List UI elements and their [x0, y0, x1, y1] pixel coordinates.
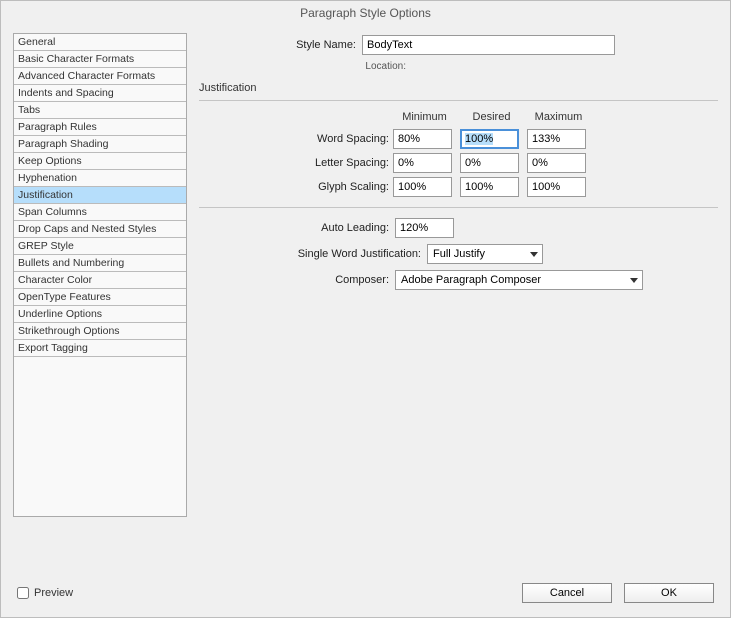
style-name-input[interactable]	[362, 35, 615, 55]
sidebar-item[interactable]: Strikethrough Options	[14, 323, 186, 340]
sidebar-item[interactable]: Advanced Character Formats	[14, 68, 186, 85]
section-title: Justification	[199, 82, 718, 94]
preview-checkbox[interactable]	[17, 587, 29, 599]
auto-leading-input[interactable]	[395, 218, 454, 238]
sidebar-item[interactable]: Justification	[14, 187, 186, 204]
sidebar-item[interactable]: Basic Character Formats	[14, 51, 186, 68]
dialog-window: Paragraph Style Options GeneralBasic Cha…	[0, 0, 731, 618]
glyph-scaling-min-input[interactable]	[393, 177, 452, 197]
content-area: GeneralBasic Character FormatsAdvanced C…	[1, 23, 730, 575]
divider	[199, 100, 718, 101]
sidebar-item[interactable]: Keep Options	[14, 153, 186, 170]
single-word-select-wrap: Full Justify	[427, 244, 543, 264]
style-name-label: Style Name:	[199, 39, 356, 51]
composer-select[interactable]: Adobe Paragraph Composer	[395, 270, 643, 290]
glyph-scaling-label: Glyph Scaling:	[199, 181, 389, 193]
window-title: Paragraph Style Options	[1, 1, 730, 23]
glyph-scaling-max-input[interactable]	[527, 177, 586, 197]
sidebar-item[interactable]: OpenType Features	[14, 289, 186, 306]
sidebar-item[interactable]: Export Tagging	[14, 340, 186, 357]
spacing-grid: Minimum Desired Maximum Word Spacing: Le…	[199, 111, 718, 197]
divider-2	[199, 207, 718, 208]
word-spacing-min-input[interactable]	[393, 129, 452, 149]
sidebar-item[interactable]: Tabs	[14, 102, 186, 119]
col-min: Minimum	[393, 111, 456, 125]
letter-spacing-max-input[interactable]	[527, 153, 586, 173]
auto-leading-label: Auto Leading:	[199, 222, 389, 234]
footer: Preview Cancel OK	[1, 575, 730, 617]
col-max: Maximum	[527, 111, 590, 125]
category-sidebar[interactable]: GeneralBasic Character FormatsAdvanced C…	[13, 33, 187, 517]
sidebar-item[interactable]: Paragraph Rules	[14, 119, 186, 136]
word-spacing-desired-input[interactable]	[460, 129, 519, 149]
word-spacing-max-input[interactable]	[527, 129, 586, 149]
ok-button[interactable]: OK	[624, 583, 714, 603]
word-spacing-label: Word Spacing:	[199, 133, 389, 145]
sidebar-item[interactable]: Indents and Spacing	[14, 85, 186, 102]
glyph-scaling-desired-input[interactable]	[460, 177, 519, 197]
letter-spacing-min-input[interactable]	[393, 153, 452, 173]
single-word-select[interactable]: Full Justify	[427, 244, 543, 264]
sidebar-item[interactable]: Bullets and Numbering	[14, 255, 186, 272]
col-desired: Desired	[460, 111, 523, 125]
sidebar-item[interactable]: Character Color	[14, 272, 186, 289]
cancel-button[interactable]: Cancel	[522, 583, 612, 603]
sidebar-item[interactable]: Span Columns	[14, 204, 186, 221]
letter-spacing-desired-input[interactable]	[460, 153, 519, 173]
sidebar-item[interactable]: General	[14, 34, 186, 51]
letter-spacing-label: Letter Spacing:	[199, 157, 389, 169]
sidebar-item[interactable]: Drop Caps and Nested Styles	[14, 221, 186, 238]
sidebar-item[interactable]: Hyphenation	[14, 170, 186, 187]
single-word-label: Single Word Justification:	[199, 248, 421, 260]
main-panel: Style Name: Location: Justification Mini…	[199, 33, 718, 569]
sidebar-item[interactable]: Paragraph Shading	[14, 136, 186, 153]
sidebar-item[interactable]: GREP Style	[14, 238, 186, 255]
sidebar-item[interactable]: Underline Options	[14, 306, 186, 323]
composer-select-wrap: Adobe Paragraph Composer	[395, 270, 643, 290]
location-label: Location:	[199, 61, 406, 72]
preview-label: Preview	[34, 587, 73, 599]
preview-checkbox-wrap[interactable]: Preview	[17, 587, 73, 599]
composer-label: Composer:	[199, 274, 389, 286]
